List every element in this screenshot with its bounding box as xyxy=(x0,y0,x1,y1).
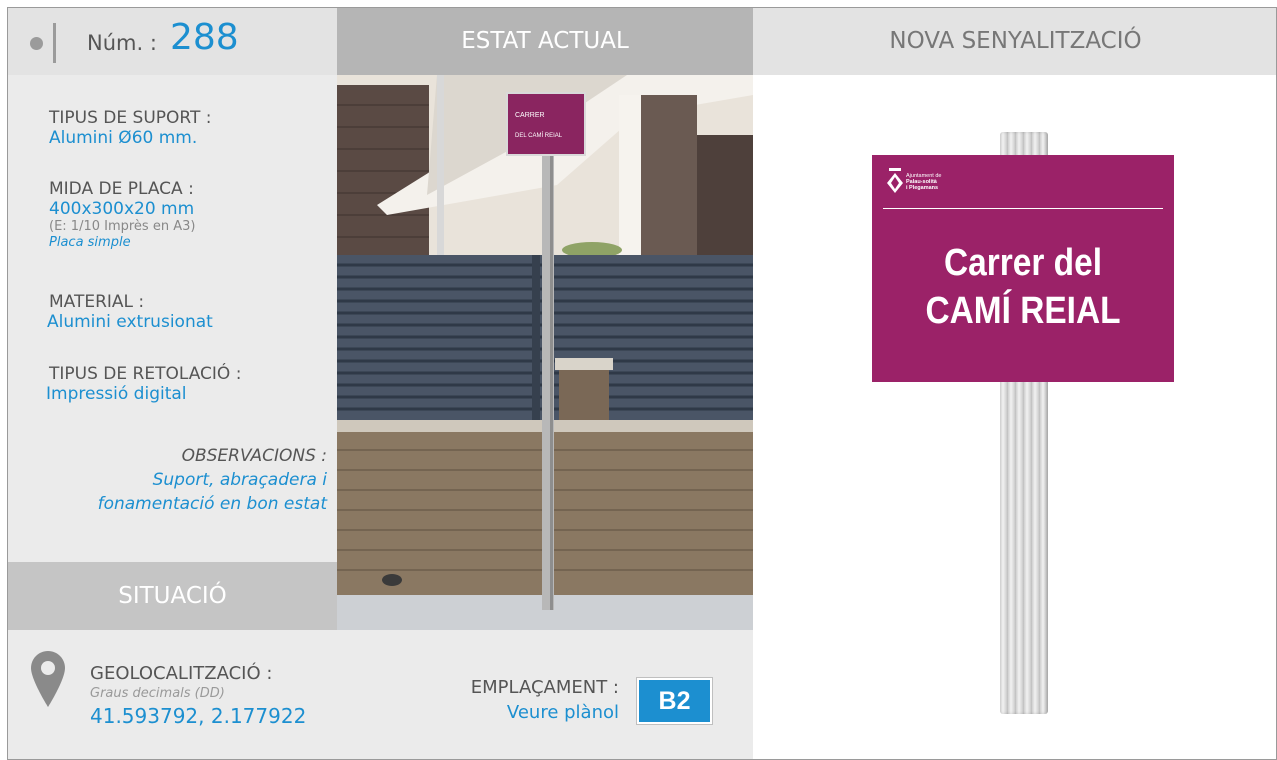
new-signage-panel: Ajuntament de Palau-solità i Plegamans C… xyxy=(753,75,1276,759)
estat-actual-heading: ESTAT ACTUAL xyxy=(337,8,753,75)
spec-value: Impressió digital xyxy=(46,384,187,404)
spec-mida-placa: MIDA DE PLACA : 400x300x20 mm (E: 1/10 I… xyxy=(49,179,195,251)
situacio-heading: SITUACIÓ xyxy=(8,562,337,630)
map-pin-icon xyxy=(31,651,65,707)
observacions: OBSERVACIONS : Suport, abraçadera i fona… xyxy=(8,444,327,516)
spec-label: TIPUS DE SUPORT : xyxy=(49,108,212,128)
plate-line: Carrer del xyxy=(943,242,1102,284)
spec-retolacio: TIPUS DE RETOLACIÓ : Impressió digital xyxy=(46,364,242,404)
number-label: Núm. : xyxy=(87,31,157,55)
spec-value: Alumini extrusionat xyxy=(47,312,213,332)
spec-label: MIDA DE PLACA : xyxy=(49,179,194,199)
observacions-line: fonamentació en bon estat xyxy=(97,494,327,514)
geo-coordinates: 41.593792, 2.177922 xyxy=(90,704,307,728)
number-value: 288 xyxy=(170,17,239,58)
plate-street-name: Carrer del CAMÍ REIAL xyxy=(890,239,1156,335)
spec-value: Alumini Ø60 mm. xyxy=(49,128,198,148)
spec-value: 400x300x20 mm xyxy=(49,199,195,219)
logo-line: i Plegamans xyxy=(906,185,939,191)
divider xyxy=(53,23,56,63)
plate-divider xyxy=(883,208,1163,209)
observacions-line: Suport, abraçadera i xyxy=(152,470,327,490)
fitxa-senyalitzacio: Núm. : 288 TIPUS DE SUPORT : Alumini Ø60… xyxy=(7,7,1277,760)
spec-tipus-suport: TIPUS DE SUPORT : Alumini Ø60 mm. xyxy=(49,108,211,148)
photo-sign-line: DEL CAMÍ REIAL xyxy=(515,132,563,139)
spec-type: Placa simple xyxy=(49,235,131,250)
photo-illustration: CARRER DEL CAMÍ REIAL xyxy=(337,75,753,630)
spec-material: MATERIAL : Alumini extrusionat xyxy=(47,292,213,332)
spec-label: TIPUS DE RETOLACIÓ : xyxy=(49,364,242,384)
number-header: Núm. : 288 xyxy=(8,8,337,75)
emplacament-label: EMPLAÇAMENT : xyxy=(470,677,619,698)
dot-icon xyxy=(30,37,43,50)
nova-senyalitzacio-heading: NOVA SENYALITZACIÓ xyxy=(753,8,1276,75)
current-state-photo: CARRER DEL CAMÍ REIAL xyxy=(337,75,753,630)
observacions-label: OBSERVACIONS : xyxy=(181,446,327,466)
photo-sign-line: CARRER xyxy=(515,112,545,119)
emplacament-code-badge[interactable]: B2 xyxy=(637,678,712,724)
plate-line: CAMÍ REIAL xyxy=(925,290,1121,332)
municipal-logo-text: Ajuntament de Palau-solità i Plegamans xyxy=(906,173,941,191)
veure-planol-link[interactable]: Veure plànol xyxy=(507,702,619,723)
street-plate: Ajuntament de Palau-solità i Plegamans C… xyxy=(872,155,1174,382)
spec-scale: (E: 1/10 Imprès en A3) xyxy=(49,219,196,234)
spec-label: MATERIAL : xyxy=(49,292,145,312)
situacio-panel: GEOLOCALITZACIÓ : Graus decimals (DD) 41… xyxy=(8,630,753,759)
geo-sub: Graus decimals (DD) xyxy=(90,686,225,701)
geo-label: GEOLOCALITZACIÓ : xyxy=(90,663,273,684)
